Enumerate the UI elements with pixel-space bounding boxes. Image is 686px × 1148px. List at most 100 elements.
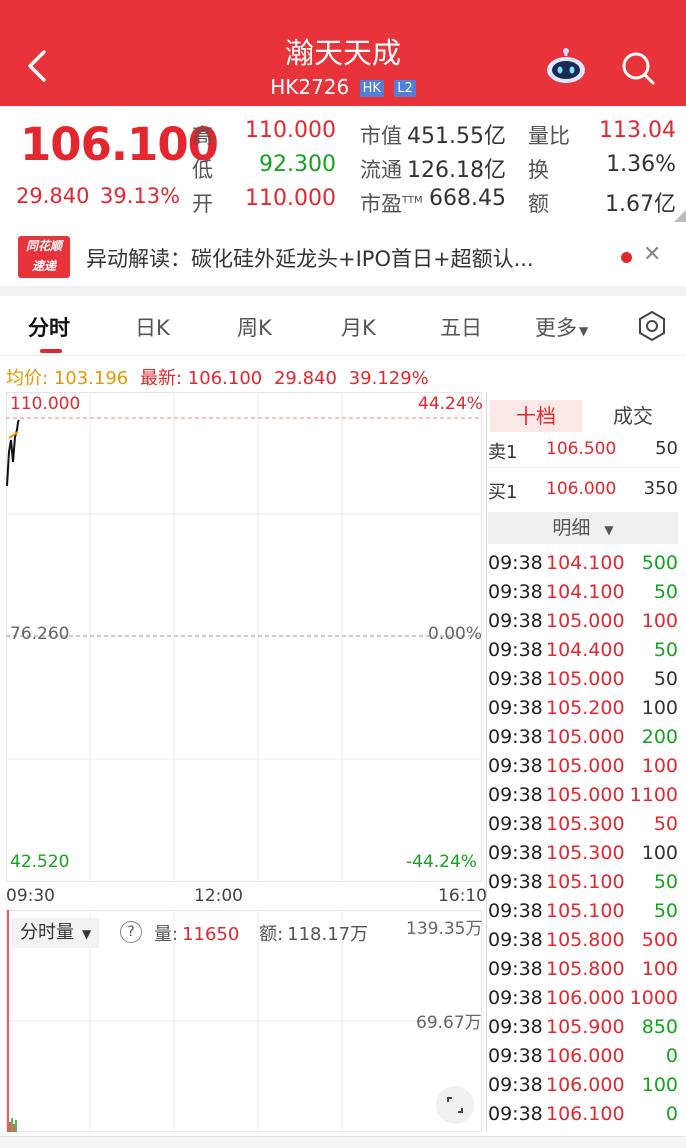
bid-price: 106.000 xyxy=(546,479,617,499)
trade-time: 09:38 xyxy=(488,581,543,603)
trade-time: 09:38 xyxy=(488,610,543,632)
trade-price: 105.000 xyxy=(546,784,625,806)
trade-price: 104.100 xyxy=(546,581,625,603)
dropdown-icon: ▼ xyxy=(82,927,92,941)
settings-icon[interactable] xyxy=(636,310,668,342)
dropdown-icon: ▼ xyxy=(579,324,589,338)
trade-row: 09:38 105.300 50 xyxy=(488,811,680,840)
volratio-value: 113.04 xyxy=(599,118,676,143)
tab-trades[interactable]: 成交 xyxy=(598,400,668,432)
detail-dropdown[interactable]: 明细 ▼ xyxy=(488,512,678,544)
tab-monthly-k[interactable]: 月K xyxy=(341,312,376,342)
news-source-logo: 同花顺 速递 xyxy=(18,236,70,278)
trade-volume: 100 xyxy=(641,610,678,632)
volume-axis-mid: 69.67万 xyxy=(416,1013,482,1033)
volume-value: 11650 xyxy=(182,924,240,945)
time-start: 09:30 xyxy=(6,886,55,906)
help-icon[interactable]: ? xyxy=(120,920,142,943)
trade-time: 09:38 xyxy=(488,958,543,980)
trade-volume: 1000 xyxy=(629,987,678,1009)
trade-volume: 500 xyxy=(641,929,678,951)
trade-volume: 50 xyxy=(653,900,678,922)
volume-selector[interactable]: 分时量 ▼ xyxy=(12,918,100,948)
avg-line xyxy=(8,431,19,439)
tab-more[interactable]: 更多 ▼ xyxy=(535,312,588,342)
latest-change: 29.840 xyxy=(273,368,337,389)
tab-intraday[interactable]: 分时 xyxy=(28,312,70,342)
turnover-value: 1.36% xyxy=(606,152,676,177)
price-line xyxy=(6,419,20,487)
trade-price: 106.000 xyxy=(546,1045,625,1067)
pe-label: 市盈TTM xyxy=(360,192,423,216)
chart-top-price: 110.000 xyxy=(10,394,81,414)
trade-volume: 0 xyxy=(665,1103,678,1125)
chart-bottom-price: 42.520 xyxy=(10,852,70,872)
tab-weekly-k[interactable]: 周K xyxy=(237,312,272,342)
trade-time: 09:38 xyxy=(488,1016,543,1038)
trade-time: 09:38 xyxy=(488,929,543,951)
trade-row: 09:38 106.000 1000 xyxy=(488,985,680,1014)
trade-volume: 100 xyxy=(641,958,678,980)
trade-row: 09:38 105.300 100 xyxy=(488,840,680,869)
price-change: 29.840 xyxy=(16,184,90,208)
trade-time: 09:38 xyxy=(488,1074,543,1096)
divider xyxy=(0,286,686,296)
level2-tag: L2 xyxy=(394,80,416,97)
trade-volume: 50 xyxy=(653,668,678,690)
chart-bottom-pct: -44.24% xyxy=(406,852,477,872)
trade-row: 09:38 104.400 50 xyxy=(488,637,680,666)
trade-row: 09:38 105.200 100 xyxy=(488,695,680,724)
search-icon[interactable] xyxy=(620,50,656,86)
trade-price: 105.100 xyxy=(546,871,625,893)
low-label: 低 xyxy=(192,158,213,182)
trade-price: 106.000 xyxy=(546,1074,625,1096)
trade-row: 09:38 105.000 50 xyxy=(488,666,680,695)
bid-volume: 350 xyxy=(643,478,678,499)
trade-time: 09:38 xyxy=(488,987,543,1009)
trade-volume: 50 xyxy=(653,581,678,603)
last-price: 106.100 xyxy=(20,118,219,171)
robot-assistant-icon[interactable] xyxy=(545,48,587,84)
price-summary-line: 均价: 103.196 最新: 106.100 29.840 39.129% xyxy=(6,364,429,390)
trade-time: 09:38 xyxy=(488,639,543,661)
trade-price: 105.900 xyxy=(546,1016,625,1038)
trade-volume: 1100 xyxy=(629,784,678,806)
bid-label: 买1 xyxy=(488,482,518,503)
tab-active-indicator xyxy=(40,349,62,353)
trade-volume: 50 xyxy=(653,813,678,835)
trade-row: 09:38 105.100 50 xyxy=(488,869,680,898)
latest-value: 106.100 xyxy=(187,368,263,389)
trade-time: 09:38 xyxy=(488,697,543,719)
trade-volume: 0 xyxy=(665,1045,678,1067)
trade-row: 09:38 105.000 100 xyxy=(488,608,680,637)
trade-volume: 200 xyxy=(641,726,678,748)
trade-price: 105.300 xyxy=(546,842,625,864)
tab-five-day[interactable]: 五日 xyxy=(440,312,482,342)
avg-value: 103.196 xyxy=(53,368,129,389)
volratio-label: 量比 xyxy=(528,124,570,148)
trade-price: 104.100 xyxy=(546,552,625,574)
trade-row: 09:38 104.100 500 xyxy=(488,550,680,579)
close-icon[interactable]: ✕ xyxy=(643,242,661,267)
trade-row: 09:38 105.800 500 xyxy=(488,927,680,956)
ask-volume: 50 xyxy=(655,438,678,459)
stock-code: HK2726 xyxy=(270,75,350,99)
amount-value: 1.67亿 xyxy=(605,192,676,217)
trade-price: 105.200 xyxy=(546,697,625,719)
intraday-chart[interactable] xyxy=(6,392,482,882)
fullscreen-icon[interactable] xyxy=(436,1086,474,1124)
top-bar: 瀚天天成 HK2726 HK L2 xyxy=(0,0,686,106)
open-value: 110.000 xyxy=(245,186,336,211)
trade-price: 105.000 xyxy=(546,610,625,632)
bottom-bar xyxy=(0,1136,686,1148)
trade-row: 09:38 105.000 100 xyxy=(488,753,680,782)
trade-price: 106.000 xyxy=(546,987,625,1009)
trade-price: 105.800 xyxy=(546,929,625,951)
high-value: 110.000 xyxy=(245,118,336,143)
latest-change-pct: 39.129% xyxy=(348,368,429,389)
trade-row: 09:38 106.100 0 xyxy=(488,1101,680,1130)
trade-price: 105.800 xyxy=(546,958,625,980)
news-headline[interactable]: 异动解读：碳化硅外延龙头+IPO首日+超额认... xyxy=(86,243,534,273)
tab-daily-k[interactable]: 日K xyxy=(135,312,170,342)
tab-ten-levels[interactable]: 十档 xyxy=(490,400,582,432)
